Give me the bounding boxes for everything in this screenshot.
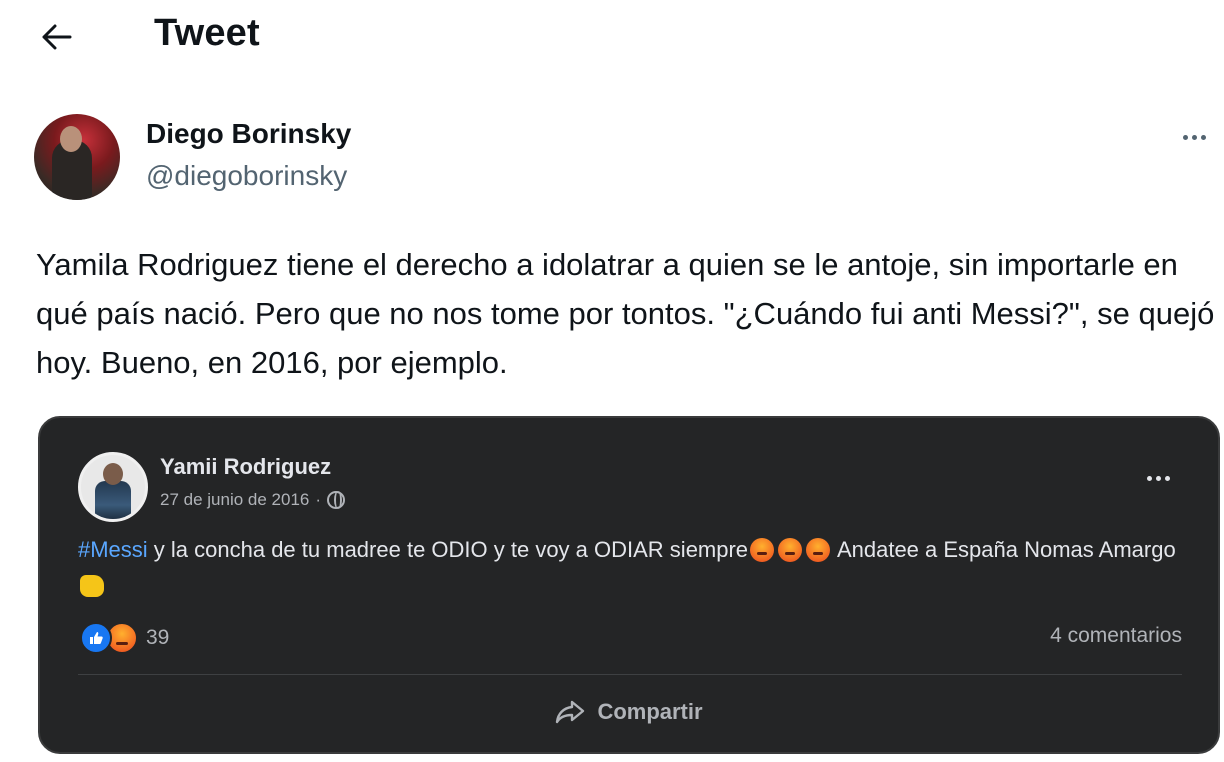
author-handle[interactable]: @diegoborinsky [146, 160, 347, 192]
share-label: Compartir [597, 699, 703, 724]
meta-separator: · [315, 490, 322, 509]
header: Tweet [0, 0, 1224, 78]
angry-face-icon [778, 538, 803, 562]
avatar[interactable] [34, 114, 120, 200]
post-text-part1: y la concha de tu madree te ODIO y te vo… [147, 537, 749, 562]
more-horizontal-icon [1182, 134, 1188, 140]
post-text-part2: Andatee a España Nomas Amargo [832, 537, 1176, 562]
embedded-facebook-post[interactable]: Yamii Rodriguez 27 de junio de 2016 · #M… [38, 416, 1220, 754]
post-hashtag: #Messi [78, 537, 148, 562]
angry-face-icon [750, 538, 775, 562]
angry-face-icon [806, 538, 831, 562]
post-author-name: Yamii Rodriguez [160, 454, 332, 479]
like-icon [80, 622, 112, 654]
post-date: 27 de junio de 2016 [160, 490, 310, 509]
author-display-name[interactable]: Diego Borinsky [146, 118, 351, 150]
more-options-button[interactable] [1174, 122, 1214, 152]
globe-icon [327, 491, 346, 509]
arrow-left-icon [42, 24, 72, 50]
reaction-count: 39 [146, 626, 170, 649]
post-reactions: 39 [80, 622, 169, 654]
post-author-avatar [78, 452, 148, 522]
post-meta: 27 de junio de 2016 · [160, 490, 346, 510]
divider [78, 674, 1182, 675]
fist-icon [80, 575, 104, 597]
post-more-button [1147, 476, 1170, 481]
post-text: #Messi y la concha de tu madree te ODIO … [78, 532, 1188, 604]
tweet-text: Yamila Rodriguez tiene el derecho a idol… [36, 247, 1215, 380]
more-horizontal-icon [1147, 476, 1152, 481]
tweet-author: Diego Borinsky @diegoborinsky [34, 112, 1214, 204]
comments-count: 4 comentarios [1050, 624, 1182, 647]
share-button: Compartir [40, 688, 1218, 736]
back-button[interactable] [34, 14, 80, 60]
share-arrow-icon [556, 700, 585, 724]
page-title: Tweet [154, 12, 260, 54]
